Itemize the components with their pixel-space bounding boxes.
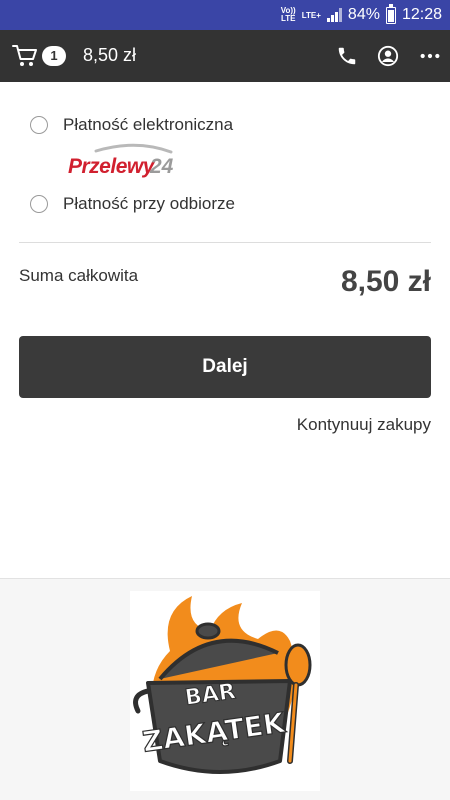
cart-count-badge[interactable]: 1 xyxy=(42,46,66,66)
battery-percent: 84% xyxy=(347,6,380,23)
payment-option-label[interactable]: Płatność elektroniczna xyxy=(63,115,233,135)
total-label: Suma całkowita xyxy=(19,266,139,285)
radio-cash[interactable] xyxy=(30,195,48,213)
svg-text:24: 24 xyxy=(149,155,174,178)
bar-zakatek-logo: BAR ZAKĄTEK xyxy=(130,591,320,791)
total-value: 8,50 zł xyxy=(340,265,431,298)
clock: 12:28 xyxy=(401,6,442,23)
cart-icon[interactable] xyxy=(12,43,38,69)
user-icon[interactable] xyxy=(377,45,399,67)
svg-text:Przelewy: Przelewy xyxy=(68,155,156,178)
more-icon[interactable] xyxy=(419,45,441,67)
payment-option-label[interactable]: Płatność przy odbiorze xyxy=(63,194,235,214)
przelewy24-logo: Przelewy 24 xyxy=(68,143,174,178)
payment-option-electronic[interactable]: Płatność elektroniczna xyxy=(30,115,233,135)
network-type: LTE+ xyxy=(301,10,321,20)
next-button[interactable]: Dalej xyxy=(19,336,431,398)
cart-total[interactable]: 8,50 zł xyxy=(83,45,136,66)
payment-option-cash[interactable]: Płatność przy odbiorze xyxy=(30,194,235,214)
continue-shopping-link[interactable]: Kontynuuj zakupy xyxy=(297,415,431,435)
signal-icon xyxy=(326,8,342,22)
app-header: 1 8,50 zł xyxy=(0,30,450,82)
battery-icon xyxy=(385,3,396,24)
volte-indicator: Vo)) LTE xyxy=(280,6,296,23)
divider xyxy=(19,242,431,243)
status-bar: Vo)) LTE LTE+ 84% 12:28 xyxy=(0,0,450,30)
phone-icon[interactable] xyxy=(336,45,358,67)
radio-electronic[interactable] xyxy=(30,116,48,134)
